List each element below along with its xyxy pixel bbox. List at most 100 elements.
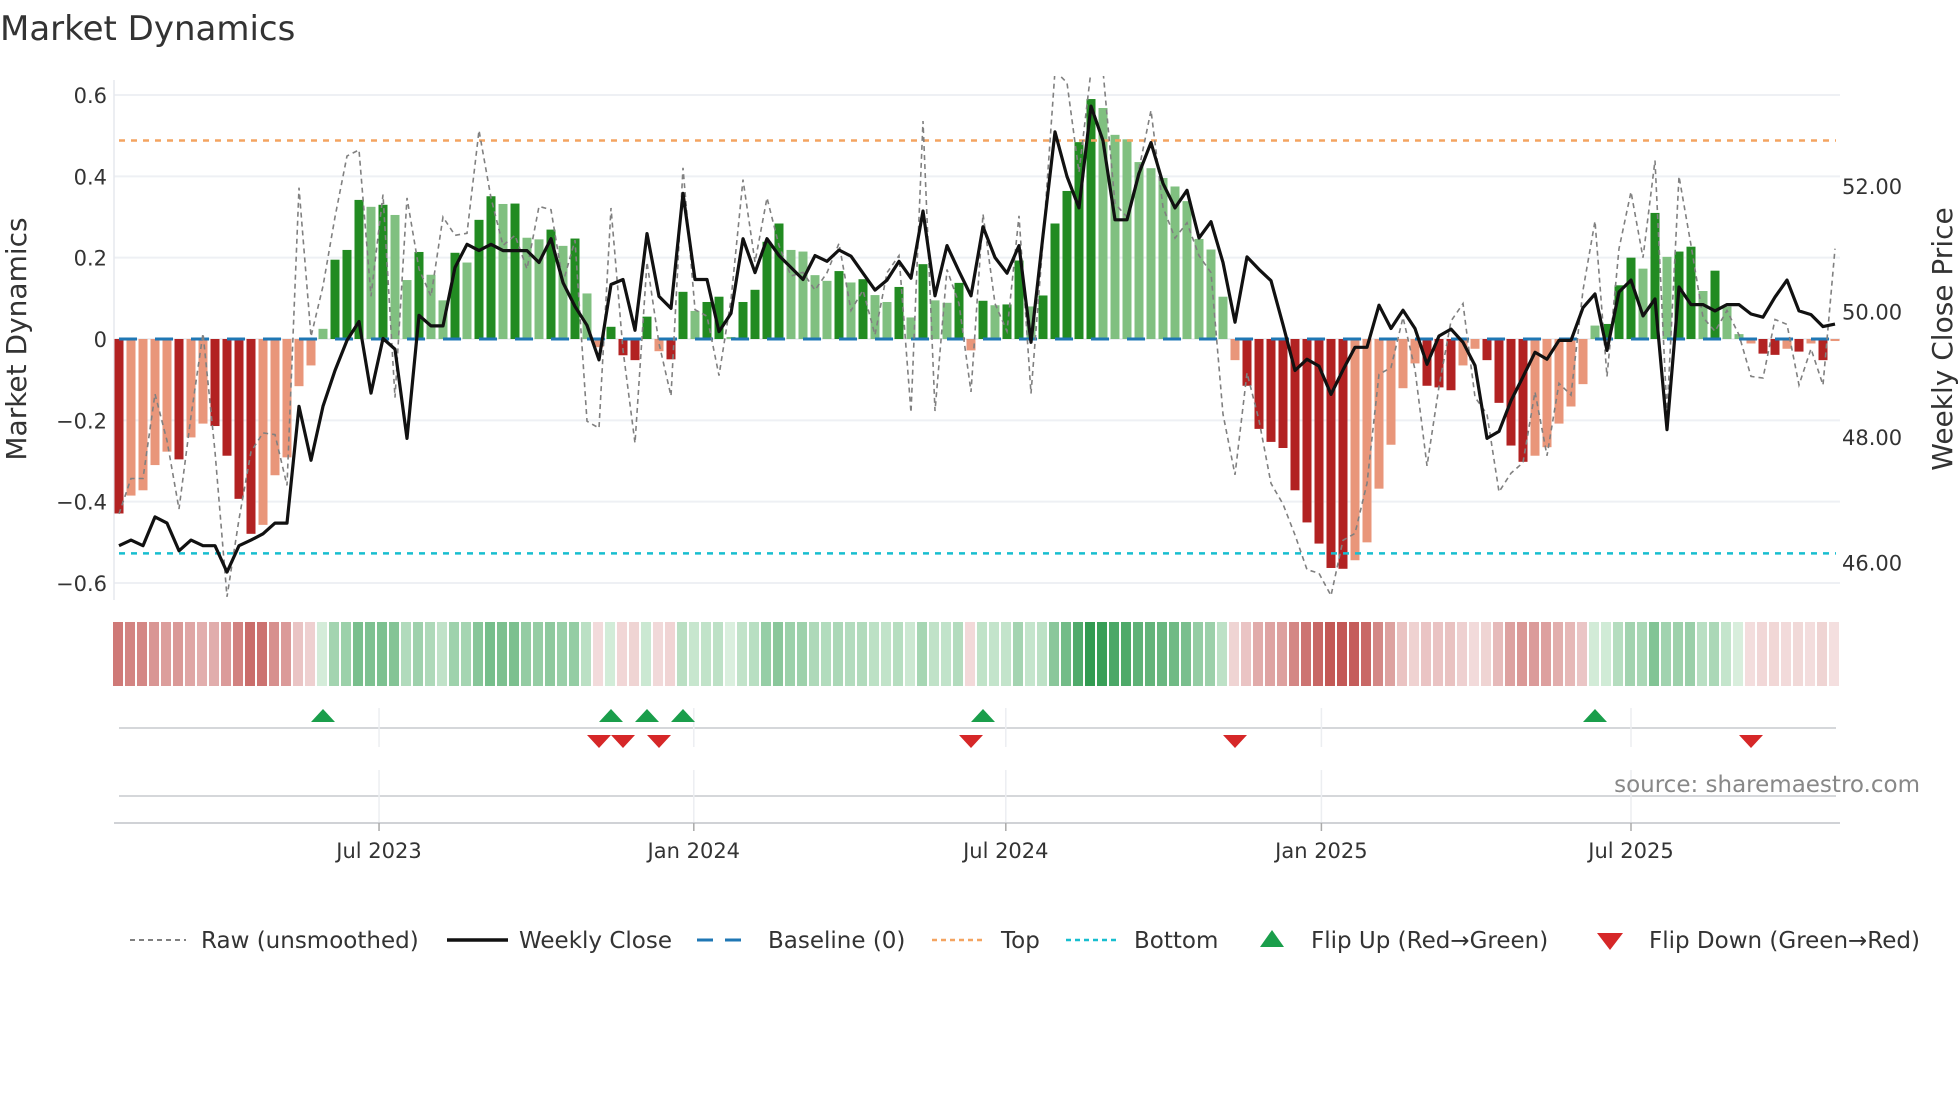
heat-cell (857, 622, 867, 686)
flip-up-marker-icon (1583, 709, 1607, 722)
heat-cell (953, 622, 963, 686)
heat-cell (1193, 622, 1203, 686)
heat-cell (1817, 622, 1827, 686)
heat-cell (1205, 622, 1215, 686)
momentum-bar (210, 339, 220, 427)
momentum-bar (366, 206, 376, 339)
heat-cell (269, 622, 279, 686)
momentum-bar (822, 280, 832, 339)
heat-cell (425, 622, 435, 686)
heat-cell (1073, 622, 1083, 686)
heat-cell (137, 622, 147, 686)
legend-label-flip-down: Flip Down (Green→Red) (1649, 928, 1920, 954)
y-tick-label: −0.2 (56, 409, 107, 433)
heat-cell (1565, 622, 1575, 686)
momentum-bar (1470, 339, 1480, 349)
heat-cell (1589, 622, 1599, 686)
legend-label-baseline: Baseline (0) (768, 928, 905, 954)
heat-cell (113, 622, 123, 686)
momentum-bar (702, 301, 712, 339)
momentum-bar (1122, 139, 1132, 339)
momentum-bar (1302, 339, 1312, 523)
heat-cell (341, 622, 351, 686)
legend-item-raw[interactable]: Raw (unsmoothed) (130, 928, 419, 954)
heat-cell (173, 622, 183, 686)
heat-cell (773, 622, 783, 686)
right-axis-label: Weekly Close Price (1926, 207, 1959, 470)
momentum-bar (894, 286, 904, 339)
heat-cell (797, 622, 807, 686)
heat-cell (329, 622, 339, 686)
momentum-bar (1446, 339, 1456, 391)
y-tick-label: 0.4 (74, 165, 107, 189)
heat-cell (1529, 622, 1539, 686)
heat-cell (1481, 622, 1491, 686)
heat-cell (1169, 622, 1179, 686)
legend-item-flip-down[interactable]: Flip Down (Green→Red) (1597, 928, 1920, 954)
legend-item-top[interactable]: Top (932, 928, 1040, 954)
momentum-bar (1494, 339, 1504, 403)
legend-label-bottom: Bottom (1134, 928, 1218, 954)
momentum-bar (198, 339, 208, 424)
momentum-bar (1794, 339, 1804, 352)
momentum-bar (510, 203, 520, 339)
flip-down-marker-icon (1223, 735, 1247, 748)
momentum-bar (498, 203, 508, 339)
momentum-bar (1482, 339, 1492, 361)
flip-up-marker-icon (971, 709, 995, 722)
momentum-bar (306, 339, 316, 366)
momentum-bar (1038, 295, 1048, 339)
heat-cell (317, 622, 327, 686)
heat-cell (761, 622, 771, 686)
heat-cell (941, 622, 951, 686)
heat-cell (593, 622, 603, 686)
legend-item-bottom[interactable]: Bottom (1066, 928, 1218, 954)
heat-cell (1625, 622, 1635, 686)
momentum-bar (1146, 168, 1156, 339)
momentum-bar (834, 271, 844, 339)
heat-cell (1733, 622, 1743, 686)
momentum-bar (294, 339, 304, 387)
heat-cell (413, 622, 423, 686)
x-tick-label: Jan 2024 (646, 839, 741, 863)
heat-cell (257, 622, 267, 686)
momentum-bar (138, 339, 148, 491)
momentum-bar (678, 291, 688, 339)
legend-item-flip-up[interactable]: Flip Up (Red→Green) (1260, 928, 1548, 954)
y-tick-label: 0.6 (74, 84, 107, 108)
momentum-bar (630, 339, 640, 361)
y2-tick-label: 46.00 (1842, 552, 1902, 576)
heat-cell (629, 622, 639, 686)
momentum-bar (1362, 339, 1372, 543)
momentum-bar (186, 339, 196, 438)
heat-cell (977, 622, 987, 686)
heat-cell (833, 622, 843, 686)
heat-cell (1253, 622, 1263, 686)
momentum-bar (390, 214, 400, 339)
momentum-bar (126, 339, 136, 496)
heat-cell (281, 622, 291, 686)
heat-cell (1049, 622, 1059, 686)
momentum-bar (918, 264, 928, 339)
heat-cell (185, 622, 195, 686)
heat-cell (1637, 622, 1647, 686)
heat-cell (389, 622, 399, 686)
heat-cell (533, 622, 543, 686)
legend-item-baseline[interactable]: Baseline (0) (697, 928, 905, 954)
y-tick-label: −0.4 (56, 491, 107, 515)
heat-cell (1181, 622, 1191, 686)
x-axis: Jul 2023 Jan 2024 Jul 2024 Jan 2025 Jul 2025 (114, 822, 1840, 863)
heat-cell (509, 622, 519, 686)
y-tick-label: 0.2 (74, 247, 107, 271)
heat-cell (869, 622, 879, 686)
heat-cell (1157, 622, 1167, 686)
y2-tick-label: 52.00 (1842, 175, 1902, 199)
momentum-bar (1242, 339, 1252, 386)
flip-down-marker-icon (611, 735, 635, 748)
heat-cell (1025, 622, 1035, 686)
heat-cell (233, 622, 243, 686)
legend-item-close[interactable]: Weekly Close (447, 928, 672, 954)
heat-cell (1709, 622, 1719, 686)
momentum-bar (234, 339, 244, 499)
momentum-bar (1266, 339, 1276, 442)
